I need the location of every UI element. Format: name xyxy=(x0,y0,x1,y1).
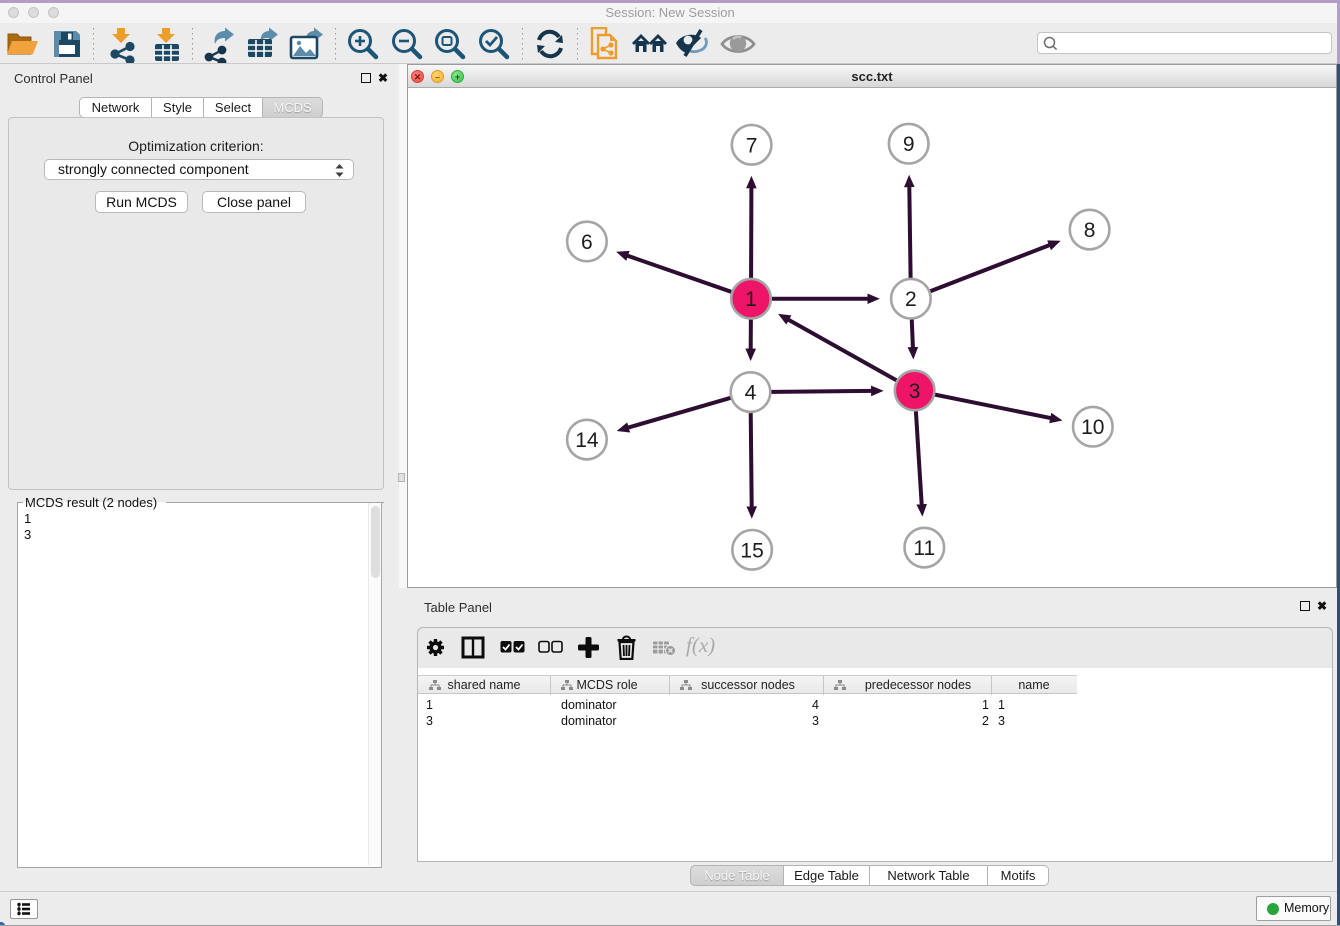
svg-text:7: 7 xyxy=(746,134,758,157)
svg-text:2: 2 xyxy=(905,288,917,311)
svg-text:1: 1 xyxy=(745,288,757,311)
svg-text:9: 9 xyxy=(903,133,915,156)
svg-text:8: 8 xyxy=(1084,219,1096,242)
svg-text:11: 11 xyxy=(913,537,935,560)
svg-text:14: 14 xyxy=(575,429,599,452)
svg-text:3: 3 xyxy=(909,380,921,403)
svg-text:15: 15 xyxy=(740,539,763,562)
svg-text:4: 4 xyxy=(745,382,757,405)
svg-text:6: 6 xyxy=(581,231,593,254)
svg-text:10: 10 xyxy=(1081,416,1104,439)
